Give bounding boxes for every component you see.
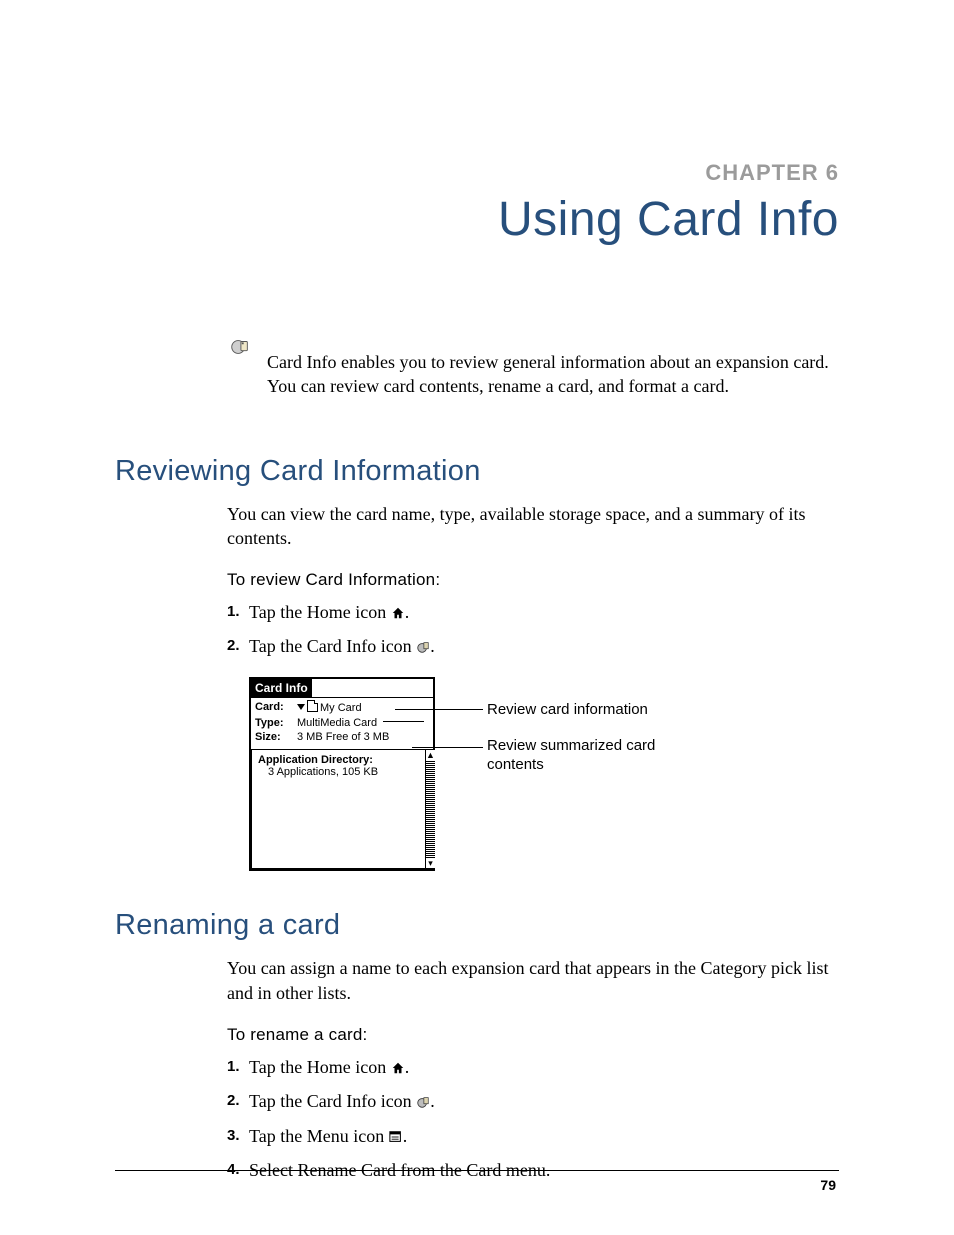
procedure-label: To review Card Information: bbox=[227, 570, 839, 590]
field-value: My Card bbox=[297, 700, 362, 716]
scroll-down-icon: ▾ bbox=[426, 858, 435, 868]
step-text: . bbox=[405, 602, 410, 622]
field-label: Card: bbox=[255, 700, 293, 716]
step: Tap the Menu icon . bbox=[227, 1124, 839, 1148]
body-text: You can assign a name to each expansion … bbox=[227, 956, 839, 1005]
screenshot-title: Card Info bbox=[251, 679, 312, 697]
step-text: . bbox=[430, 636, 435, 656]
field-label: Size: bbox=[255, 730, 293, 745]
page-number: 79 bbox=[820, 1177, 836, 1193]
callout-text: Review summarized card contents bbox=[487, 737, 667, 775]
screenshot-figure: Card Info Card: My Card Type: MultiMedia… bbox=[249, 677, 839, 872]
card-info-icon bbox=[416, 1091, 430, 1105]
step: Tap the Home icon . bbox=[227, 1055, 839, 1079]
field-label: Type: bbox=[255, 716, 293, 731]
card-info-icon bbox=[416, 636, 430, 650]
section-heading-reviewing: Reviewing Card Information bbox=[115, 455, 839, 488]
step: Tap the Home icon . bbox=[227, 600, 839, 624]
step: Tap the Card Info icon . bbox=[227, 1089, 839, 1113]
callout-text: Review card information bbox=[487, 701, 648, 720]
step-text: Tap the Home icon bbox=[249, 602, 391, 622]
step-text: Tap the Menu icon bbox=[249, 1126, 389, 1146]
step-text: Tap the Home icon bbox=[249, 1057, 391, 1077]
palm-screen: Card Info Card: My Card Type: MultiMedia… bbox=[249, 677, 435, 872]
intro-row: Card Info enables you to review general … bbox=[115, 332, 839, 417]
body-text: You can view the card name, type, availa… bbox=[227, 502, 839, 551]
step: Tap the Card Info icon . bbox=[227, 634, 839, 658]
footer-rule bbox=[115, 1170, 839, 1171]
step-text: . bbox=[405, 1057, 410, 1077]
home-icon bbox=[391, 1057, 405, 1071]
page: CHAPTER 6 Using Card Info Card Info enab… bbox=[0, 0, 954, 1235]
step-text: . bbox=[430, 1091, 435, 1111]
intro-text: Card Info enables you to review general … bbox=[267, 350, 839, 399]
field-value: MultiMedia Card bbox=[297, 716, 377, 731]
procedure-steps: Tap the Home icon . Tap the Card Info ic… bbox=[227, 1055, 839, 1182]
chapter-label: CHAPTER 6 bbox=[115, 160, 839, 186]
section-heading-renaming: Renaming a card bbox=[115, 909, 839, 942]
procedure-steps: Tap the Home icon . Tap the Card Info ic… bbox=[227, 600, 839, 659]
menu-icon bbox=[389, 1126, 403, 1140]
procedure-label: To rename a card: bbox=[227, 1025, 839, 1045]
directory-box: Application Directory: 3 Applications, 1… bbox=[251, 749, 433, 869]
step-text: . bbox=[403, 1126, 408, 1146]
directory-line: 3 Applications, 105 KB bbox=[268, 766, 427, 778]
chapter-title: Using Card Info bbox=[115, 192, 839, 247]
step-text: Tap the Card Info icon bbox=[249, 1091, 416, 1111]
card-app-icon bbox=[227, 336, 253, 363]
scroll-up-icon: ▲ bbox=[426, 750, 435, 760]
home-icon bbox=[391, 602, 405, 616]
field-value: 3 MB Free of 3 MB bbox=[297, 730, 389, 745]
directory-header: Application Directory: bbox=[258, 754, 427, 766]
step-text: Tap the Card Info icon bbox=[249, 636, 416, 656]
scrollbar: ▲ ▾ bbox=[425, 750, 435, 868]
